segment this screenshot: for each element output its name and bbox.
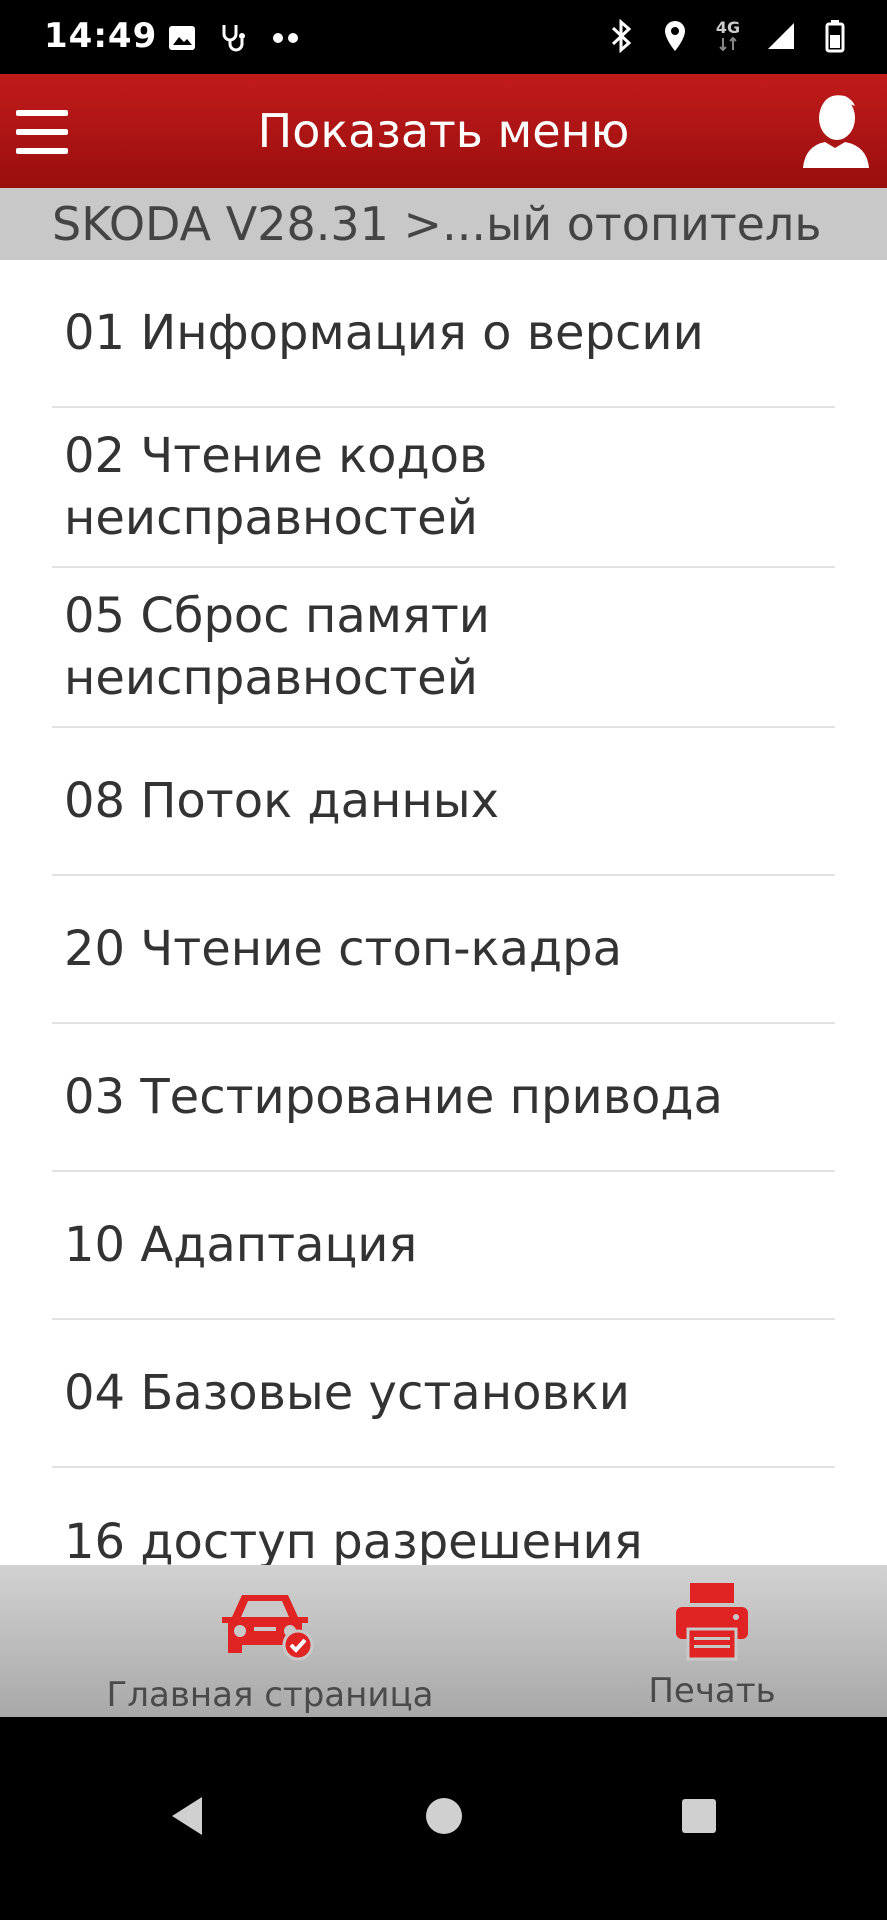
menu-item-label: 04 Базовые установки — [64, 1365, 630, 1421]
menu-item-label: 08 Поток данных — [64, 773, 500, 829]
page-title: Показать меню — [257, 104, 630, 158]
home-page-label: Главная страница — [106, 1675, 434, 1715]
menu-item-read-fault-codes[interactable]: 02 Чтение кодов неисправностей — [52, 408, 835, 568]
menu-item-adaptation[interactable]: 10 Адаптация — [52, 1172, 835, 1320]
menu-item-freeze-frame[interactable]: 20 Чтение стоп-кадра — [52, 876, 835, 1024]
menu-item-version-info[interactable]: 01 Информация о версии — [52, 260, 835, 408]
menu-item-label: 20 Чтение стоп-кадра — [64, 921, 622, 977]
car-check-icon — [220, 1583, 320, 1669]
battery-icon — [819, 18, 851, 54]
recents-icon[interactable] — [674, 1791, 724, 1841]
signal-icon — [765, 18, 797, 54]
bottom-toolbar: Главная страница Печать — [0, 1565, 887, 1717]
network-4g-icon: 4G — [713, 18, 743, 54]
home-icon[interactable] — [419, 1791, 469, 1841]
menu-item-label: 01 Информация о версии — [64, 305, 704, 361]
menu-item-label: 16 доступ разрешения — [64, 1514, 643, 1565]
printer-icon — [672, 1579, 752, 1665]
navigation-bar — [0, 1717, 887, 1920]
network-label: 4G — [715, 18, 741, 37]
back-icon[interactable] — [162, 1791, 212, 1841]
status-time: 14:49 — [44, 16, 158, 56]
user-icon[interactable] — [799, 88, 871, 170]
breadcrumb: SKODA V28.31 >...ый отопитель — [0, 188, 887, 260]
print-label: Печать — [648, 1671, 776, 1711]
menu-item-data-stream[interactable]: 08 Поток данных — [52, 728, 835, 876]
status-bar: 14:49 4G — [0, 0, 887, 74]
menu-item-label: 03 Тестирование привода — [64, 1069, 723, 1125]
bluetooth-icon — [605, 18, 637, 54]
stethoscope-icon — [218, 20, 250, 56]
menu-item-basic-settings[interactable]: 04 Базовые установки — [52, 1320, 835, 1468]
menu-item-clear-fault-memory[interactable]: 05 Сброс памяти неисправностей — [52, 568, 835, 728]
more-dots-icon — [270, 20, 302, 56]
menu-item-access-permission[interactable]: 16 доступ разрешения — [52, 1468, 835, 1565]
image-icon — [166, 20, 198, 56]
menu-item-label: 02 Чтение кодов неисправностей — [64, 428, 488, 546]
menu-item-label: 10 Адаптация — [64, 1217, 418, 1273]
menu-list: 01 Информация о версии 02 Чтение кодов н… — [0, 260, 887, 1565]
print-button[interactable]: Печать — [612, 1565, 812, 1717]
location-icon — [659, 18, 691, 54]
home-page-button[interactable]: Главная страница — [90, 1565, 450, 1717]
app-bar: Показать меню — [0, 74, 887, 188]
menu-item-actuator-test[interactable]: 03 Тестирование привода — [52, 1024, 835, 1172]
menu-item-label: 05 Сброс памяти неисправностей — [64, 588, 490, 706]
